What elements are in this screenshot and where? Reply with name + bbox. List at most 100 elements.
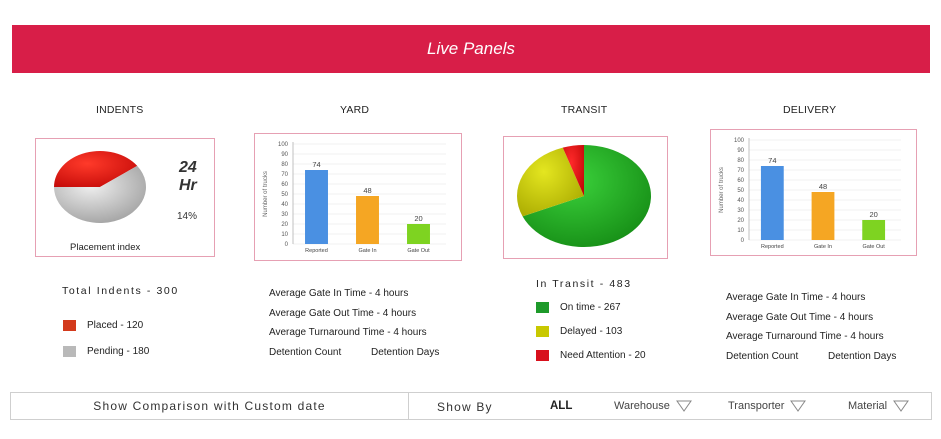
delivery-stat-gate-out: Average Gate Out Time - 4 hours [726, 312, 874, 323]
filter-all-button[interactable]: ALL [550, 400, 572, 412]
transit-pie-chart [517, 145, 651, 247]
legend-on-time-label: On time - 267 [560, 302, 621, 313]
warehouse-dropdown[interactable]: Warehouse [614, 400, 692, 412]
yard-y-tick-label: 0 [285, 242, 289, 248]
placement-percent: 14% [177, 211, 198, 222]
delivery-y-tick-label: 90 [737, 148, 744, 154]
need-attention-swatch [536, 350, 549, 361]
yard-stat-turnaround: Average Turnaround Time - 4 hours [269, 327, 427, 338]
section-title-yard: YARD [340, 104, 370, 116]
yard-bar-1 [356, 196, 379, 244]
delivery-y-tick-label: 10 [737, 228, 744, 234]
delivery-bar-2 [862, 220, 886, 240]
yard-data-label-0: 74 [312, 160, 320, 169]
live-panels-header: Live Panels [12, 25, 930, 73]
delivery-data-label-2: 20 [869, 210, 877, 219]
delivery-y-tick-label: 50 [737, 188, 744, 194]
delivery-data-label-1: 48 [819, 182, 827, 191]
legend-need-attention: Need Attention - 20 [536, 350, 646, 361]
delivery-panel[interactable]: 0 10 20 30 40 50 60 70 80 90 100 Number of trucks 74… [710, 129, 917, 256]
placement-index-label: Placement index [70, 242, 141, 253]
delivery-x-tick-label-2: Gate Out [863, 244, 886, 250]
indents-panel[interactable]: 24 Hr 14% Placement index [35, 138, 215, 257]
delayed-swatch [536, 326, 549, 337]
yard-y-tick-label: 50 [281, 192, 288, 198]
material-dropdown[interactable]: Material [848, 400, 910, 412]
delivery-detention-count[interactable]: Detention Count [726, 351, 798, 362]
yard-bar-0 [305, 170, 328, 244]
chevron-down-icon [675, 400, 692, 412]
legend-placed: Placed - 120 [63, 320, 143, 331]
delivery-stat-gate-in: Average Gate In Time - 4 hours [726, 292, 866, 303]
yard-y-tick-label: 60 [281, 182, 288, 188]
delivery-bar-0 [760, 166, 784, 240]
yard-x-tick-label-2: Gate Out [407, 248, 430, 254]
delivery-y-tick-label: 40 [737, 198, 744, 204]
yard-detention-days[interactable]: Detention Days [371, 347, 439, 358]
legend-delayed: Delayed - 103 [536, 326, 622, 337]
yard-x-tick-label-1: Gate In [358, 248, 376, 254]
delivery-bar-chart: 0 10 20 30 40 50 60 70 80 90 100 Number of trucks 74… [719, 138, 901, 250]
yard-data-label-2: 20 [414, 214, 422, 223]
in-transit-total: In Transit - 483 [536, 278, 632, 290]
delivery-y-tick-label: 80 [737, 158, 744, 164]
chevron-down-icon [790, 400, 807, 412]
section-title-indents: INDENTS [96, 104, 144, 116]
yard-y-tick-label: 30 [281, 212, 288, 218]
yard-y-tick-label: 90 [281, 152, 288, 158]
indents-pie-chart [54, 151, 146, 223]
total-indents: Total Indents - 300 [62, 285, 179, 297]
legend-delayed-label: Delayed - 103 [560, 326, 623, 337]
yard-y-tick-label: 100 [278, 142, 289, 148]
on-time-swatch [536, 302, 549, 313]
page-title: Live Panels [427, 39, 515, 58]
delivery-x-tick-label-0: Reported [761, 244, 784, 250]
placement-time-value: 24 [179, 159, 197, 176]
yard-bar-chart: 0 10 20 30 40 50 60 70 80 90 100 Number of trucks 74… [263, 142, 446, 254]
transporter-dropdown[interactable]: Transporter [728, 400, 807, 412]
delivery-detention-days[interactable]: Detention Days [828, 351, 896, 362]
material-dropdown-label: Material [848, 400, 888, 412]
delivery-y-tick-label: 30 [737, 208, 744, 214]
delivery-bar-1 [811, 192, 835, 240]
delivery-stat-turnaround: Average Turnaround Time - 4 hours [726, 331, 884, 342]
section-title-delivery: DELIVERY [783, 104, 837, 116]
transporter-dropdown-label: Transporter [728, 400, 785, 412]
yard-y-tick-label: 80 [281, 162, 288, 168]
yard-y-axis-label: Number of trucks [263, 171, 269, 217]
delivery-x-tick-label-1: Gate In [814, 244, 832, 250]
yard-y-tick-label: 10 [281, 232, 288, 238]
yard-y-tick-label: 40 [281, 202, 288, 208]
legend-on-time: On time - 267 [536, 302, 621, 313]
yard-data-label-1: 48 [363, 186, 371, 195]
transit-panel[interactable] [503, 136, 668, 259]
yard-bar-2 [407, 224, 430, 244]
section-title-transit: TRANSIT [561, 104, 608, 116]
filter-bar: Show Comparison with Custom date Show By… [10, 392, 932, 420]
yard-y-tick-label: 20 [281, 222, 288, 228]
yard-stat-gate-out: Average Gate Out Time - 4 hours [269, 308, 417, 319]
legend-pending-label: Pending - 180 [87, 346, 150, 357]
delivery-y-tick-label: 70 [737, 168, 744, 174]
show-by-label: Show By [437, 400, 493, 414]
warehouse-dropdown-label: Warehouse [614, 400, 670, 412]
yard-stat-gate-in: Average Gate In Time - 4 hours [269, 288, 409, 299]
show-comparison-button[interactable]: Show Comparison with Custom date [11, 393, 409, 419]
chevron-down-icon [893, 400, 910, 412]
delivery-y-tick-label: 60 [737, 178, 744, 184]
delivery-y-tick-label: 0 [741, 238, 745, 244]
yard-x-tick-label-0: Reported [305, 248, 328, 254]
yard-detention-count[interactable]: Detention Count [269, 347, 341, 358]
legend-need-attention-label: Need Attention - 20 [560, 350, 646, 361]
placement-time: 24 Hr [179, 159, 197, 195]
delivery-y-axis-label: Number of trucks [719, 167, 725, 213]
yard-y-tick-label: 70 [281, 172, 288, 178]
pending-swatch [63, 346, 76, 357]
yard-panel[interactable]: 0 10 20 30 40 50 60 70 80 90 100 Number of trucks 74… [254, 133, 462, 261]
placement-time-unit: Hr [179, 177, 197, 194]
legend-placed-label: Placed - 120 [87, 320, 144, 331]
placed-swatch [63, 320, 76, 331]
delivery-y-tick-label: 100 [734, 138, 745, 144]
delivery-y-tick-label: 20 [737, 218, 744, 224]
legend-pending: Pending - 180 [63, 346, 149, 357]
